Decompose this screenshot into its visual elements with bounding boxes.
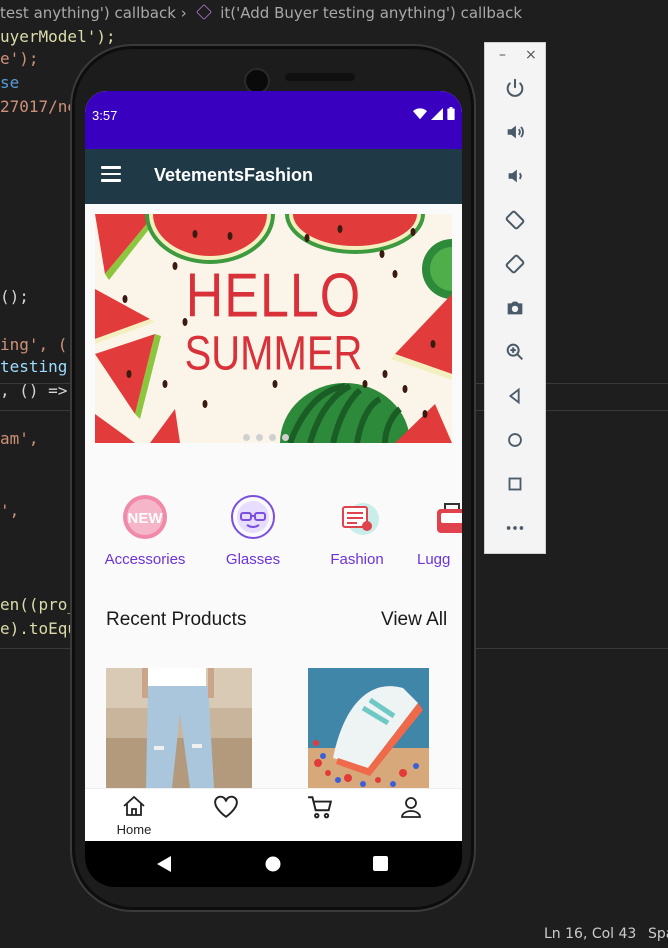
banner-subheadline: SUMMER — [184, 327, 363, 381]
glasses-icon — [229, 493, 277, 541]
more-icon[interactable] — [503, 517, 527, 541]
wifi-icon — [412, 108, 427, 120]
code-line[interactable]: , () => — [0, 380, 67, 402]
cursor-position[interactable]: Ln 16, Col 43 — [544, 920, 636, 948]
category-label: Lugg — [417, 551, 451, 568]
app-title: VetementsFashion — [154, 165, 314, 185]
back-icon[interactable] — [503, 385, 527, 409]
emulator-toolbar: – × — [484, 42, 546, 554]
android-status-bar: 3:57 — [85, 91, 462, 149]
bottom-navigation: Home — [85, 788, 462, 841]
user-icon — [401, 797, 421, 818]
code-line[interactable]: se — [0, 72, 19, 94]
status-icons — [412, 107, 455, 124]
category-label: Glasses — [225, 551, 281, 568]
breadcrumb-item[interactable]: test anything') callback — [0, 4, 176, 22]
code-line[interactable]: e'); — [0, 48, 39, 70]
home-circle-icon[interactable] — [265, 856, 281, 872]
rotate-right-icon[interactable] — [503, 253, 527, 277]
overview-icon[interactable] — [373, 856, 388, 871]
nav-profile[interactable] — [386, 795, 436, 823]
nav-home[interactable]: Home — [109, 795, 159, 837]
cart-icon — [308, 796, 333, 819]
new-badge-icon: NEW — [121, 493, 169, 541]
minimize-button[interactable]: – — [499, 47, 506, 63]
carousel-dot[interactable] — [243, 434, 250, 441]
nav-cart[interactable] — [295, 795, 345, 823]
camera-icon[interactable] — [503, 297, 527, 321]
category-fashion[interactable]: Fashion — [312, 493, 402, 568]
volume-down-icon[interactable] — [503, 165, 527, 189]
code-line[interactable]: am', — [0, 428, 39, 450]
code-line[interactable]: (); — [0, 286, 29, 308]
breadcrumb-item[interactable]: it('Add Buyer testing anything') callbac… — [220, 4, 522, 22]
carousel-dot[interactable] — [269, 434, 276, 441]
category-accessories[interactable]: NEW Accessories — [100, 493, 190, 568]
phone-screen: 3:57 VetementsFashion HELLO SUMMER NEW A… — [85, 91, 462, 841]
code-line[interactable]: en((pro_ — [0, 594, 77, 616]
rotate-left-icon[interactable] — [503, 209, 527, 233]
product-card-sneaker[interactable] — [308, 668, 429, 788]
product-card-jeans[interactable] — [106, 668, 252, 788]
heart-icon — [214, 795, 238, 818]
code-line[interactable]: uyerModel'); — [0, 26, 116, 48]
fashion-icon — [333, 493, 381, 541]
category-glasses[interactable]: Glasses — [208, 493, 298, 568]
android-nav-bar — [85, 841, 462, 887]
battery-icon — [447, 107, 455, 120]
code-line[interactable]: ing', () — [0, 334, 77, 356]
category-label: Accessories — [104, 551, 186, 568]
banner-headline: HELLO — [185, 261, 362, 331]
carousel-indicator — [243, 426, 295, 443]
app-bar: VetementsFashion — [85, 149, 462, 204]
nav-favorites[interactable] — [201, 795, 251, 823]
menu-icon[interactable] — [101, 166, 121, 182]
home-icon — [123, 795, 145, 816]
view-all-link[interactable]: View All — [381, 609, 447, 631]
close-button[interactable]: × — [525, 47, 537, 63]
product-image — [308, 668, 429, 788]
carousel-dot[interactable] — [282, 434, 289, 441]
luggage-icon — [431, 493, 462, 541]
breadcrumb: test anything') callback › it('Add Buyer… — [0, 0, 668, 26]
earpiece-speaker — [285, 73, 355, 81]
svg-text:NEW: NEW — [128, 510, 164, 527]
back-icon[interactable] — [157, 856, 173, 872]
product-image — [106, 668, 252, 788]
status-time: 3:57 — [92, 108, 118, 123]
signal-icon — [430, 108, 443, 120]
method-icon — [196, 4, 213, 20]
category-luggage[interactable]: Lugg — [417, 493, 462, 568]
nav-label: Home — [116, 822, 152, 837]
indentation-status[interactable]: Spa — [648, 920, 668, 948]
carousel-dot[interactable] — [256, 434, 263, 441]
code-line[interactable]: testing — [0, 356, 67, 378]
volume-up-icon[interactable] — [503, 121, 527, 145]
home-circle-icon[interactable] — [503, 429, 527, 453]
section-title: Recent Products — [106, 609, 247, 630]
code-line[interactable]: e).toEqu — [0, 618, 77, 640]
code-line[interactable]: ', — [0, 500, 19, 522]
promo-banner[interactable]: HELLO SUMMER — [95, 214, 452, 443]
editor-status-bar: Ln 16, Col 43 Spa — [0, 920, 668, 948]
overview-icon[interactable] — [503, 473, 527, 497]
code-line[interactable]: 27017/ne — [0, 96, 77, 118]
chevron-right-icon: › — [180, 4, 192, 22]
power-icon[interactable] — [503, 77, 527, 101]
zoom-icon[interactable] — [503, 341, 527, 365]
category-label: Fashion — [330, 551, 384, 568]
